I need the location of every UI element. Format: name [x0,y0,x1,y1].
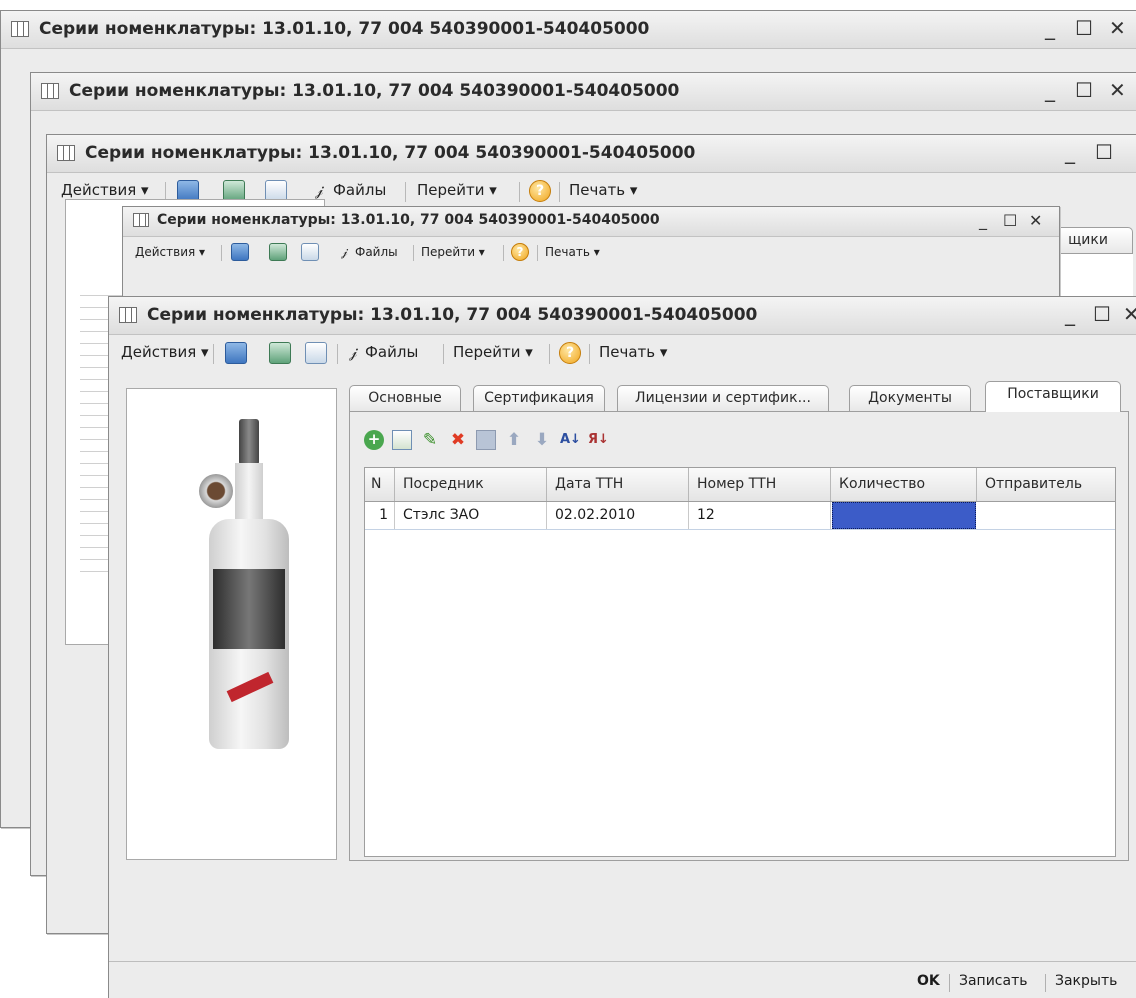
attachment-icon[interactable]: 𝒿 [315,181,323,199]
files-button[interactable]: Файлы [355,245,398,259]
column-header[interactable]: N [365,468,395,501]
help-icon[interactable]: ? [559,342,581,364]
maximize-button[interactable]: ☐ [1093,303,1111,325]
table-icon [11,21,29,37]
cell-n[interactable]: 1 [365,502,395,529]
table-icon [57,145,75,161]
minimize-button[interactable]: _ [1045,79,1055,101]
tab-certification[interactable]: Сертификация [473,385,605,411]
list-icon[interactable] [225,342,247,364]
window-title: Серии номенклатуры: 13.01.10, 77 004 540… [147,305,758,325]
minimize-button[interactable]: _ [979,210,987,232]
column-header[interactable]: Отправитель [977,468,1117,501]
title-bar[interactable]: Серии номенклатуры: 13.01.10, 77 004 540… [109,297,1136,335]
image-panel [126,388,337,860]
help-icon[interactable]: ? [511,243,529,261]
title-bar[interactable]: Серии номенклатуры: 13.01.10, 77 004 540… [31,73,1136,111]
column-header[interactable]: Количество [831,468,977,501]
close-button[interactable]: ✕ [1029,210,1042,232]
goto-menu[interactable]: Перейти ▾ [421,245,485,259]
close-form-button[interactable]: Закрыть [1055,973,1117,989]
goto-menu[interactable]: Перейти ▾ [417,181,497,199]
files-button[interactable]: Файлы [333,181,386,199]
title-bar[interactable]: Серии номенклатуры: 13.01.10, 77 004 540… [123,207,1059,237]
print-menu[interactable]: Печать ▾ [599,343,667,361]
cell-intermediary[interactable]: Стэлс ЗАО [395,502,547,529]
minimize-button[interactable]: _ [1065,141,1075,163]
attachment-icon[interactable]: 𝒿 [341,245,348,260]
actions-menu[interactable]: Действия ▾ [135,245,205,259]
close-button[interactable]: ✕ [1123,303,1136,325]
table-icon [133,213,149,227]
cell-date[interactable]: 02.02.2010 [547,502,689,529]
down-icon[interactable]: ⬇ [532,430,552,450]
actions-menu[interactable]: Действия ▾ [121,343,209,361]
title-bar[interactable]: Серии номенклатуры: 13.01.10, 77 004 540… [47,135,1136,173]
print-menu[interactable]: Печать ▾ [545,245,600,259]
window-title: Серии номенклатуры: 13.01.10, 77 004 540… [157,212,660,228]
form-footer: OK Записать Закрыть [109,961,1136,998]
copy-icon[interactable] [301,243,319,261]
save-row-icon[interactable] [476,430,496,450]
maximize-button[interactable]: ☐ [1075,17,1093,39]
files-button[interactable]: Файлы [365,343,418,361]
table-header: N Посредник Дата ТТН Номер ТТН Количеств… [365,468,1115,502]
toolbar: Действия ▾ 𝒿 Файлы Перейти ▾ ? Печать ▾ [109,335,1136,373]
print-menu[interactable]: Печать ▾ [569,181,637,199]
cell-number[interactable]: 12 [689,502,831,529]
main-window: Серии номенклатуры: 13.01.10, 77 004 540… [108,296,1136,998]
ok-button[interactable]: OK [917,973,940,989]
close-button[interactable]: ✕ [1109,17,1126,39]
minimize-button[interactable]: _ [1045,17,1055,39]
maximize-button[interactable]: ☐ [1075,79,1093,101]
suppliers-panel: + ✎ ✖ ⬆ ⬇ A↓ Я↓ N Посредник Дата ТТН Ном… [349,411,1129,861]
tab-main[interactable]: Основные [349,385,461,411]
sort-asc-icon[interactable]: A↓ [560,430,581,450]
delete-icon[interactable]: ✖ [448,430,468,450]
up-icon[interactable]: ⬆ [504,430,524,450]
title-bar[interactable]: Серии номенклатуры: 13.01.10, 77 004 540… [1,11,1136,49]
window-title: Серии номенклатуры: 13.01.10, 77 004 540… [85,143,696,163]
cell-quantity[interactable] [832,502,976,529]
window-title: Серии номенклатуры: 13.01.10, 77 004 540… [69,81,680,101]
list-icon[interactable] [231,243,249,261]
suppliers-table[interactable]: N Посредник Дата ТТН Номер ТТН Количеств… [364,467,1116,857]
tab-suppliers[interactable]: Поставщики [985,381,1121,412]
cell-sender[interactable] [977,502,1117,529]
edit-icon[interactable]: ✎ [420,430,440,450]
tab-documents[interactable]: Документы [849,385,971,411]
column-header[interactable]: Дата ТТН [547,468,689,501]
goto-menu[interactable]: Перейти ▾ [453,343,533,361]
save-button[interactable]: Записать [959,973,1028,989]
sort-desc-icon[interactable]: Я↓ [588,430,609,450]
table-row[interactable]: 1 Стэлс ЗАО 02.02.2010 12 [365,502,1115,530]
refresh-icon[interactable] [269,243,287,261]
copy-icon[interactable] [305,342,327,364]
help-icon[interactable]: ? [529,180,551,202]
refresh-icon[interactable] [269,342,291,364]
column-header[interactable]: Посредник [395,468,547,501]
copy-icon[interactable] [392,430,412,450]
table-icon [119,307,137,323]
window-title: Серии номенклатуры: 13.01.10, 77 004 540… [39,19,650,39]
bottle-image [197,419,307,779]
table-icon [41,83,59,99]
minimize-button[interactable]: _ [1065,303,1075,325]
maximize-button[interactable]: ☐ [1095,141,1113,163]
column-header[interactable]: Номер ТТН [689,468,831,501]
add-icon[interactable]: + [364,430,384,450]
maximize-button[interactable]: ☐ [1003,210,1017,232]
close-button[interactable]: ✕ [1109,79,1126,101]
actions-menu[interactable]: Действия ▾ [61,181,149,199]
attachment-icon[interactable]: 𝒿 [349,343,357,361]
tab-licenses[interactable]: Лицензии и сертифик... [617,385,829,411]
toolbar: Действия ▾ 𝒿 Файлы Перейти ▾ ? Печать ▾ [123,239,1059,277]
